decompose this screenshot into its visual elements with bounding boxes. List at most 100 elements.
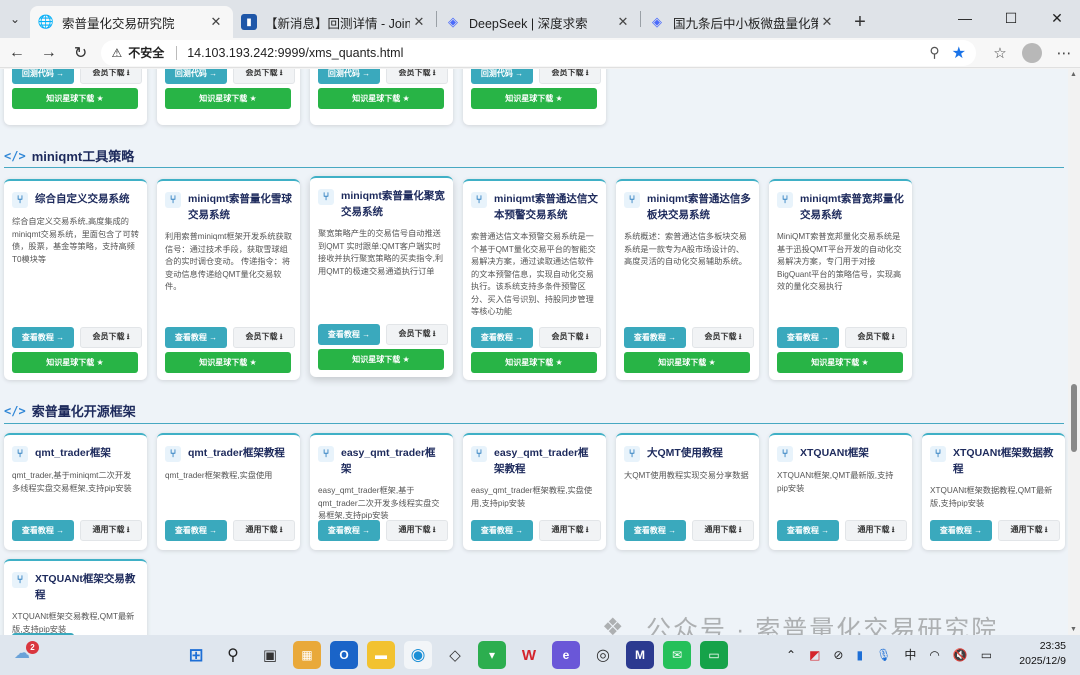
zsxq-download-button[interactable]: 知识星球下载 ★ [12, 352, 138, 373]
chevron-up-icon[interactable]: ⌃ [786, 648, 796, 662]
view-tutorial-button[interactable]: 查看教程 → [165, 327, 227, 348]
member-download-button[interactable]: 会员下载 ⭳ [233, 327, 295, 348]
battery-icon[interactable]: ▭ [981, 648, 992, 662]
zsxq-download-button[interactable]: 知识星球下载 ★ [165, 88, 291, 109]
edge-browser-icon[interactable]: ◉ [404, 641, 432, 669]
cube-app-icon[interactable]: ◇ [441, 641, 469, 669]
member-download-button[interactable]: 会员下载 ⭳ [692, 327, 754, 348]
zsxq-download-button[interactable]: 知识星球下载 ★ [471, 352, 597, 373]
backtest-code-button[interactable]: 回测代码 → [471, 69, 533, 84]
url-text[interactable]: 14.103.193.242:9999/xms_quants.html [187, 46, 917, 60]
m-app-icon[interactable]: M [626, 641, 654, 669]
general-download-button[interactable]: 通用下载 ⭳ [998, 520, 1060, 541]
view-tutorial-button[interactable]: 查看教程 → [471, 327, 533, 348]
view-tutorial-button[interactable]: 查看教程 → [624, 520, 686, 541]
mute-app-icon[interactable]: ⊘ [833, 648, 843, 662]
view-tutorial-button[interactable]: 查看教程 → [930, 520, 992, 541]
minimize-icon[interactable]: — [942, 0, 988, 36]
zoom-icon[interactable]: ⚲ [929, 44, 939, 61]
close-icon[interactable]: ✕ [818, 14, 836, 30]
close-icon[interactable]: ✕ [614, 14, 632, 30]
close-icon[interactable]: ✕ [207, 14, 225, 30]
zsxq-download-button[interactable]: 知识星球下载 ★ [318, 349, 444, 370]
microphone-icon[interactable]: 🎙 [876, 648, 891, 662]
edge-ai-icon[interactable]: e [552, 641, 580, 669]
forward-arrow-icon[interactable]: → [34, 38, 64, 68]
view-tutorial-button[interactable]: 查看教程 → [12, 520, 74, 541]
clock[interactable]: 23:35 2025/12/9 [1019, 639, 1066, 669]
favorite-star-icon[interactable]: ★ [952, 43, 966, 63]
general-download-button[interactable]: 通用下载 ⭳ [386, 520, 448, 541]
windows-start-icon[interactable]: ⊞ [182, 641, 210, 669]
close-icon[interactable]: ✕ [410, 14, 428, 30]
member-download-button[interactable]: 会员下载 ⭳ [845, 327, 907, 348]
tab-actions-menu[interactable]: ⌄ [0, 0, 30, 38]
wps-icon[interactable]: W [515, 641, 543, 669]
search-icon[interactable]: ⚲ [219, 641, 247, 669]
tab-2[interactable]: ▮ 【新消息】回测详情 - JoinQuant ✕ [233, 6, 436, 38]
tab-1[interactable]: 🌐 索普量化交易研究院 ✕ [30, 6, 233, 38]
scroll-up-icon[interactable]: ▲ [1070, 71, 1077, 78]
profile-avatar[interactable] [1022, 42, 1042, 63]
ime-indicator[interactable]: 中 [904, 646, 916, 663]
backtest-code-button[interactable]: 回测代码 → [12, 69, 74, 84]
member-download-button[interactable]: 会员下载 ⭳ [539, 327, 601, 348]
scroll-down-icon[interactable]: ▼ [1070, 626, 1077, 633]
view-tutorial-button[interactable]: 查看教程 → [777, 520, 839, 541]
tab-4[interactable]: ◈ 国九条后中小板微盘量化策略分析 ✕ [641, 6, 844, 38]
view-tutorial-button[interactable]: 查看教程 → [624, 327, 686, 348]
zsxq-download-button[interactable]: 知识星球下载 ★ [777, 352, 903, 373]
member-download-button[interactable]: 会员下载 ⭳ [80, 327, 142, 348]
reload-icon[interactable]: ↻ [66, 38, 96, 68]
member-download-button[interactable]: 会员下载 ⭳ [233, 69, 295, 84]
green-bag-app-icon[interactable]: ▾ [478, 641, 506, 669]
code-icon: </> [4, 403, 26, 418]
address-bar[interactable]: ⚠ 不安全 14.103.193.242:9999/xms_quants.htm… [101, 39, 976, 66]
wechat-app-icon[interactable]: ✉ [663, 641, 691, 669]
store-icon[interactable]: ▦ [293, 641, 321, 669]
zsxq-download-button[interactable]: 知识星球下载 ★ [471, 88, 597, 109]
outlook-icon[interactable]: O [330, 641, 358, 669]
close-window-icon[interactable]: ✕ [1034, 0, 1080, 36]
member-download-button[interactable]: 会员下载 ⭳ [386, 69, 448, 84]
general-download-button[interactable]: 通用下载 ⭳ [80, 520, 142, 541]
zsxq-download-button[interactable]: 知识星球下载 ★ [165, 352, 291, 373]
general-download-button[interactable]: 通用下载 ⭳ [692, 520, 754, 541]
back-arrow-icon[interactable]: ← [2, 38, 32, 68]
backtest-code-button[interactable]: 回测代码 → [165, 69, 227, 84]
backtest-code-button[interactable]: 回测代码 → [318, 69, 380, 84]
wifi-icon[interactable]: ◠ [929, 648, 939, 662]
view-tutorial-button[interactable]: 查看教程 → [777, 327, 839, 348]
monitor-app-icon[interactable]: ▭ [700, 641, 728, 669]
speaker-muted-icon[interactable]: 🔇 [953, 648, 968, 662]
file-explorer-icon[interactable]: ▬ [367, 641, 395, 669]
zsxq-download-button[interactable]: 知识星球下载 ★ [318, 88, 444, 109]
maximize-icon[interactable]: ☐ [988, 0, 1034, 36]
browser-circle-icon[interactable]: ◎ [589, 641, 617, 669]
security-label[interactable]: 不安全 [128, 44, 164, 61]
security-app-icon[interactable]: ▮ [856, 648, 863, 662]
more-menu-icon[interactable]: ⋯ [1048, 44, 1080, 62]
view-tutorial-button[interactable]: 查看教程 → [165, 520, 227, 541]
general-download-button[interactable]: 通用下载 ⭳ [539, 520, 601, 541]
task-view-icon[interactable]: ▣ [256, 641, 284, 669]
tab-3[interactable]: ◈ DeepSeek | 深度求索 ✕ [437, 6, 640, 38]
general-download-button[interactable]: 通用下载 ⭳ [233, 520, 295, 541]
member-download-button[interactable]: 会员下载 ⭳ [539, 69, 601, 84]
view-tutorial-button[interactable]: 查看教程 → [318, 520, 380, 541]
view-tutorial-button[interactable]: 查看教程 → [12, 327, 74, 348]
member-download-button[interactable]: 会员下载 ⭳ [80, 69, 142, 84]
view-tutorial-button[interactable]: 查看教程 → [318, 324, 380, 345]
favorites-icon[interactable]: ☆ [984, 44, 1016, 62]
zsxq-download-button[interactable]: 知识星球下载 ★ [12, 88, 138, 109]
zsxq-download-button[interactable]: 知识星球下载 ★ [624, 352, 750, 373]
tray-app-icon[interactable]: ◩ [809, 648, 820, 662]
warning-icon[interactable]: ⚠ [111, 46, 122, 60]
page-scrollbar[interactable]: ▲ ▼ [1068, 69, 1080, 635]
scrollbar-thumb[interactable] [1071, 384, 1077, 452]
weather-widget[interactable]: ☁ 2 [14, 641, 40, 667]
general-download-button[interactable]: 通用下载 ⭳ [845, 520, 907, 541]
new-tab-button[interactable]: + [844, 6, 876, 38]
view-tutorial-button[interactable]: 查看教程 → [471, 520, 533, 541]
member-download-button[interactable]: 会员下载 ⭳ [386, 324, 448, 345]
